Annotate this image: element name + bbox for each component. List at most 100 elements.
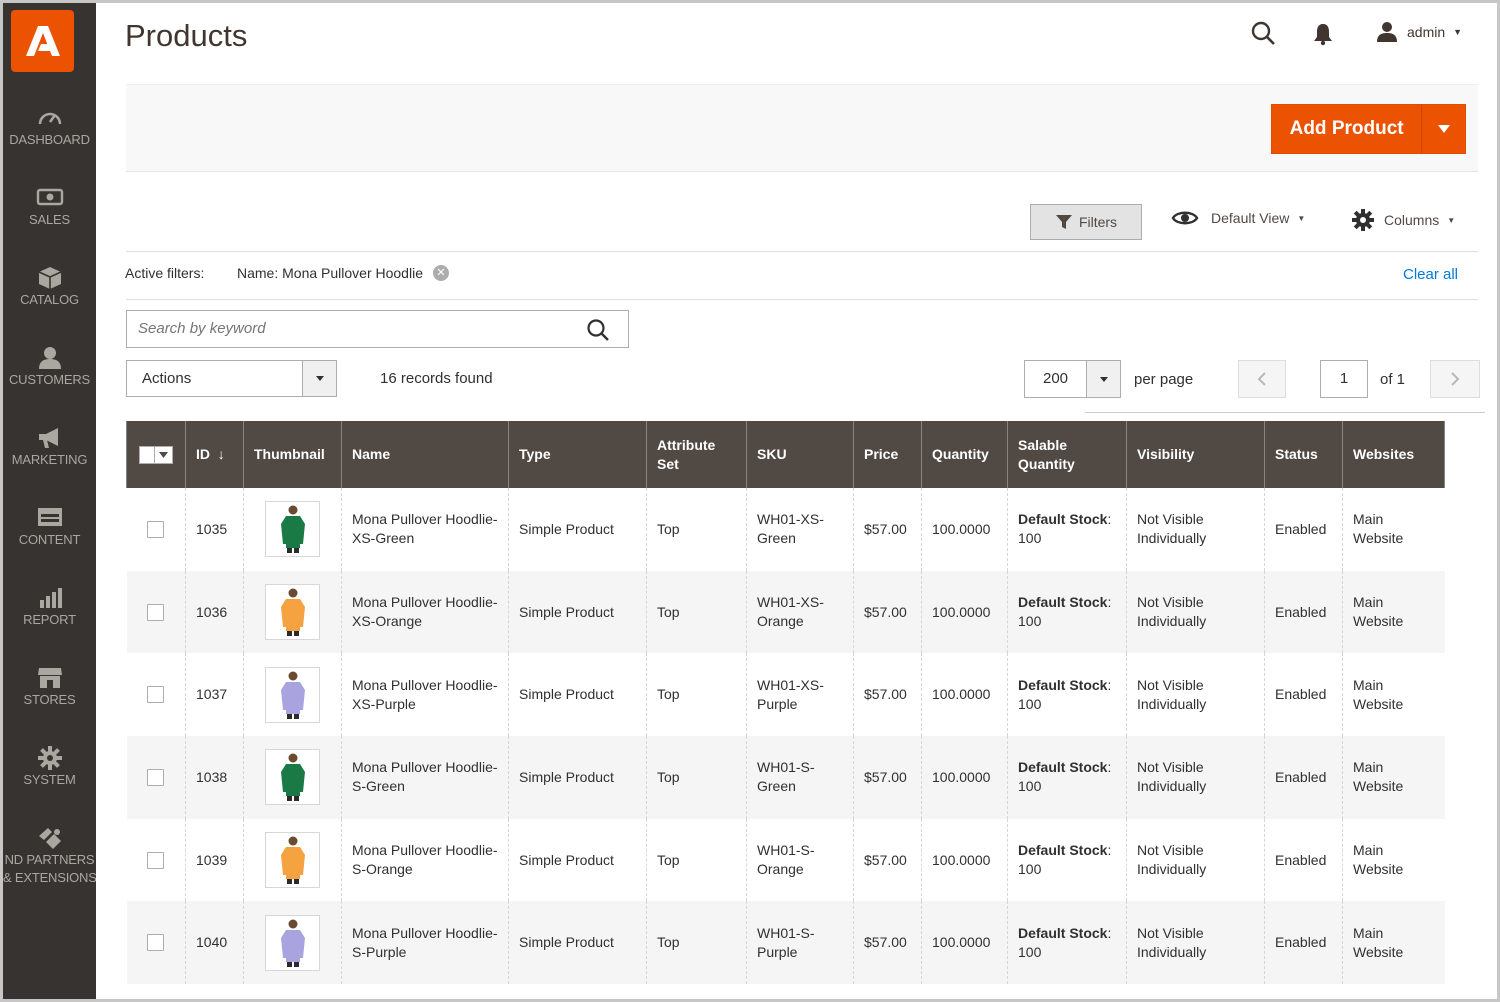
product-visibility: Not Visible Individually: [1126, 488, 1265, 571]
chevron-left-icon: [1257, 372, 1266, 386]
add-product-button[interactable]: Add Product: [1272, 105, 1421, 153]
product-thumbnail[interactable]: [265, 749, 320, 806]
product-sku: WH01-S-Green: [746, 736, 854, 819]
column-header-sku[interactable]: SKU: [746, 421, 854, 488]
search-input[interactable]: [138, 311, 578, 345]
column-header-visibility[interactable]: Visibility: [1126, 421, 1265, 488]
thumbnail-cell: [243, 653, 342, 737]
divider: [1085, 412, 1485, 413]
product-thumbnail[interactable]: [265, 666, 320, 723]
caret-down-icon: [1437, 125, 1450, 133]
sidebar-item-report[interactable]: REPORT: [3, 586, 96, 629]
column-header-price[interactable]: Price: [853, 421, 922, 488]
sidebar-item-customers[interactable]: CUSTOMERS: [3, 346, 96, 389]
per-page-select[interactable]: 200: [1024, 360, 1121, 398]
attribute-set: Top: [646, 570, 747, 654]
table-row[interactable]: 1035 Mona Pullover Hoodlie-XS-Green Simple…: [126, 488, 1445, 571]
mass-actions-dropdown[interactable]: Actions: [126, 360, 337, 397]
product-type: Simple Product: [508, 736, 647, 819]
filters-button[interactable]: Filters: [1030, 204, 1142, 240]
product-thumbnail[interactable]: [265, 914, 320, 971]
megaphone-icon: [35, 426, 65, 448]
cube-icon: [35, 266, 65, 289]
product-name: Mona Pullover Hoodlie-XS-Orange: [341, 570, 509, 654]
default-view-dropdown[interactable]: Default View ▼: [1171, 209, 1305, 227]
page-total: of 1: [1380, 371, 1406, 388]
admin-menu[interactable]: admin ▼: [1375, 21, 1462, 43]
gear-icon: [35, 746, 65, 770]
sidebar-item-dashboard[interactable]: DASHBOARD: [3, 106, 96, 149]
column-header-type[interactable]: Type: [508, 421, 647, 488]
row-checkbox[interactable]: [147, 603, 165, 621]
row-select-cell: [126, 901, 186, 985]
product-price: $57.00: [853, 570, 922, 654]
column-header-salable-quantity[interactable]: Salable Quantity: [1007, 421, 1127, 488]
product-price: $57.00: [853, 488, 922, 571]
columns-dropdown[interactable]: Columns ▼: [1352, 209, 1455, 231]
store-icon: [35, 666, 65, 688]
product-websites: Main Website: [1342, 818, 1445, 902]
sidebar-item-catalog[interactable]: CATALOG: [3, 266, 96, 309]
column-header-attribute-set[interactable]: Attribute Set: [646, 421, 747, 488]
remove-filter-icon[interactable]: ✕: [432, 265, 449, 281]
column-header-name[interactable]: Name: [341, 421, 509, 488]
table-row[interactable]: 1040 Mona Pullover Hoodlie-S-Purple Simple…: [126, 901, 1445, 985]
adobe-logo[interactable]: [11, 10, 74, 72]
clear-all-link[interactable]: Clear all: [1403, 266, 1458, 283]
column-header-websites[interactable]: Websites: [1342, 421, 1445, 488]
divider: [126, 299, 1478, 300]
row-checkbox[interactable]: [147, 520, 165, 538]
sidebar-item-stores[interactable]: STORES: [3, 666, 96, 709]
product-thumbnail[interactable]: [265, 584, 320, 641]
salable-quantity-cell: Default Stock: 100: [1007, 818, 1127, 902]
search-icon[interactable]: [1251, 21, 1277, 52]
product-name: Mona Pullover Hoodlie-S-Orange: [341, 818, 509, 902]
sidebar-item-label: ND PARTNERS: [4, 852, 95, 867]
column-header-status[interactable]: Status: [1264, 421, 1343, 488]
bell-icon[interactable]: [1312, 22, 1334, 51]
product-thumbnail[interactable]: [265, 501, 320, 558]
next-page-button[interactable]: [1430, 360, 1480, 398]
row-checkbox[interactable]: [147, 686, 165, 704]
page-number-input[interactable]: 1: [1320, 360, 1368, 398]
sidebar-item-label: STORES: [23, 692, 76, 707]
table-row[interactable]: 1037 Mona Pullover Hoodlie-XS-Purple Simpl…: [126, 653, 1445, 737]
product-type: Simple Product: [508, 901, 647, 985]
row-checkbox[interactable]: [147, 768, 165, 786]
add-product-dropdown-toggle[interactable]: [1421, 105, 1465, 153]
column-header-quantity[interactable]: Quantity: [921, 421, 1008, 488]
product-websites: Main Website: [1342, 488, 1445, 571]
table-row[interactable]: 1039 Mona Pullover Hoodlie-S-Orange Simple…: [126, 818, 1445, 902]
sidebar-item-label: CONTENT: [18, 532, 81, 547]
chevron-down-icon: [302, 361, 336, 396]
row-checkbox[interactable]: [147, 851, 165, 869]
product-websites: Main Website: [1342, 736, 1445, 819]
salable-quantity-cell: Default Stock: 100: [1007, 736, 1127, 819]
search-icon[interactable]: [586, 318, 610, 347]
sidebar-item-sales[interactable]: SALES: [3, 186, 96, 229]
product-websites: Main Website: [1342, 570, 1445, 654]
sidebar-item-nd-partners[interactable]: ND PARTNERS & EXTENSIONS: [3, 826, 96, 887]
row-select-cell: [126, 653, 186, 737]
product-thumbnail[interactable]: [265, 832, 320, 889]
sidebar-item-content[interactable]: CONTENT: [3, 506, 96, 549]
sidebar-item-marketing[interactable]: MARKETING: [3, 426, 96, 469]
product-id: 1039: [185, 818, 244, 902]
product-price: $57.00: [853, 901, 922, 985]
mass-select-header[interactable]: [126, 421, 186, 488]
column-header-id[interactable]: ID ↓: [185, 421, 244, 488]
select-all-checkbox[interactable]: [139, 445, 155, 464]
attribute-set: Top: [646, 736, 747, 819]
table-row[interactable]: 1038 Mona Pullover Hoodlie-S-Green Simple …: [126, 736, 1445, 819]
product-visibility: Not Visible Individually: [1126, 818, 1265, 902]
column-header-thumbnail[interactable]: Thumbnail: [243, 421, 342, 488]
row-checkbox[interactable]: [147, 934, 165, 952]
table-row[interactable]: 1036 Mona Pullover Hoodlie-XS-Orange Simpl…: [126, 570, 1445, 654]
previous-page-button[interactable]: [1238, 360, 1286, 398]
sidebar-item-system[interactable]: SYSTEM: [3, 746, 96, 789]
thumbnail-cell: [243, 818, 342, 902]
per-page-value: 200: [1042, 370, 1069, 387]
salable-source-label: Default Stock: [1018, 676, 1108, 693]
mass-select-control[interactable]: [139, 445, 173, 464]
chevron-down-icon[interactable]: [155, 445, 173, 464]
